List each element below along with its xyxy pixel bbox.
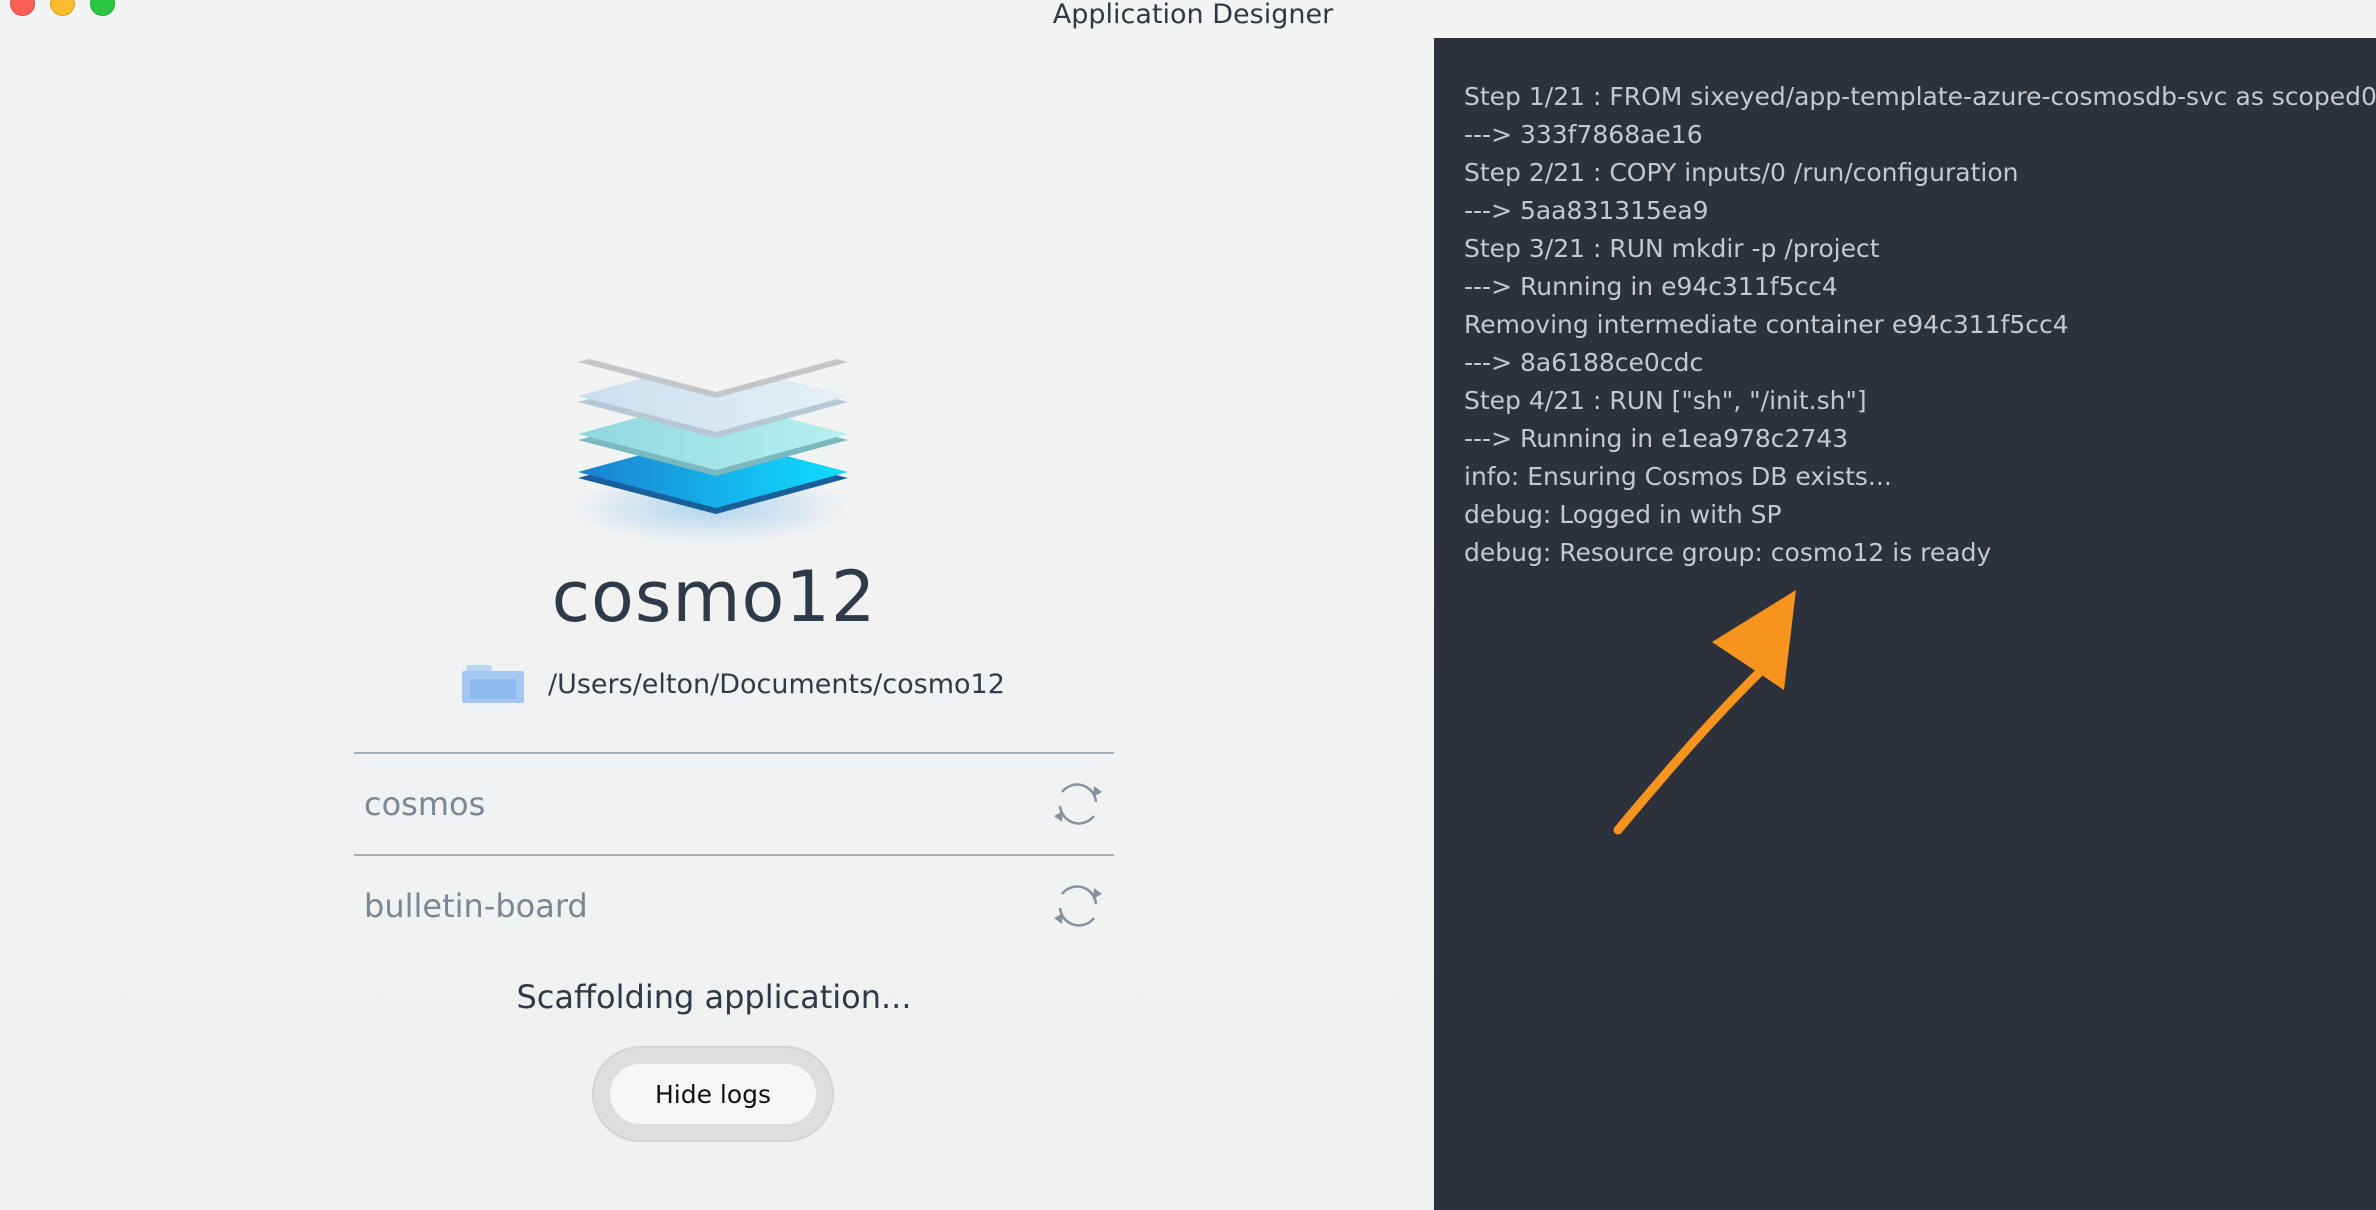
log-line: Step 4/21 : RUN ["sh", "/init.sh"] [1464,386,1867,415]
service-row: cosmos [354,752,1114,854]
log-line: ---> Running in e94c311f5cc4 [1464,272,1838,301]
service-list: cosmos bulletin-board [354,752,1114,956]
log-line: debug: Logged in with SP [1464,500,1782,529]
service-row: bulletin-board [354,854,1114,956]
annotation-arrow-icon [1613,590,1796,835]
service-name: bulletin-board [364,887,588,925]
project-path-row[interactable]: /Users/elton/Documents/cosmo12 [462,662,1005,706]
log-panel[interactable]: Step 1/21 : FROM sixeyed/app-template-az… [1434,38,2376,1210]
log-line: Step 1/21 : FROM sixeyed/app-template-az… [1464,82,2376,111]
log-line: Removing intermediate container e94c311f… [1464,310,2069,339]
layers-logo-icon [570,320,850,544]
service-name: cosmos [364,785,486,823]
project-name: cosmo12 [551,556,877,638]
log-line: info: Ensuring Cosmos DB exists... [1464,462,1892,491]
log-line: Step 3/21 : RUN mkdir -p /project [1464,234,1880,263]
application-window: Application Designer cosmo12 /Users/elto… [0,0,2376,1210]
log-line: ---> 333f7868ae16 [1464,120,1703,149]
log-line: ---> 8a6188ce0cdc [1464,348,1704,377]
log-line: Step 2/21 : COPY inputs/0 /run/configura… [1464,158,2019,187]
hide-logs-button[interactable]: Hide logs [610,1064,816,1124]
status-text: Scaffolding application... [516,978,912,1016]
log-line: ---> Running in e1ea978c2743 [1464,424,1849,453]
folder-icon[interactable] [462,665,524,703]
refresh-icon[interactable] [1050,776,1106,832]
project-panel: cosmo12 /Users/elton/Documents/cosmo12 c… [0,0,1434,1210]
refresh-icon[interactable] [1050,878,1106,934]
log-line: debug: Resource group: cosmo12 is ready [1464,538,1992,567]
hide-logs-button-frame: Hide logs [592,1046,834,1142]
log-line: ---> 5aa831315ea9 [1464,196,1709,225]
project-path: /Users/elton/Documents/cosmo12 [548,668,1005,700]
